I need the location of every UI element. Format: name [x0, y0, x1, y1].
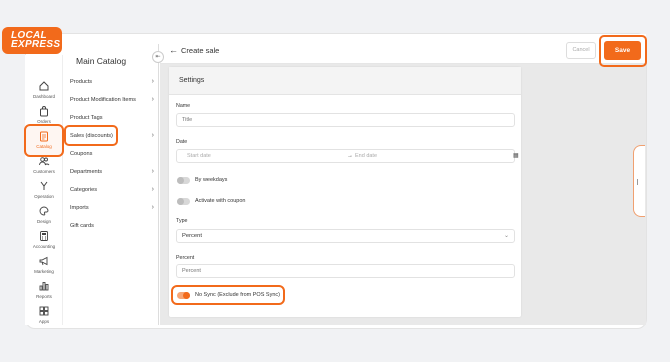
cancel-button[interactable]: Cancel	[566, 42, 596, 59]
toggle-knob	[177, 177, 184, 184]
nav-apps[interactable]: Apps	[25, 305, 63, 329]
save-button[interactable]: Save	[604, 41, 641, 60]
submenu-item-label: Gift cards	[70, 223, 94, 229]
grid-icon	[39, 306, 49, 316]
nav-design-label: Design	[36, 219, 51, 224]
nav-marketing-label: Marketing	[34, 269, 54, 274]
submenu-item-label: Categories	[70, 187, 98, 193]
type-select-value: Percent	[182, 233, 202, 239]
side-drawer-handle[interactable]	[633, 145, 645, 217]
submenu-item-label: Product Modification Items	[70, 97, 136, 103]
name-label: Name	[176, 103, 191, 109]
activate-with-coupon-toggle[interactable]	[177, 198, 190, 205]
chevron-down-icon: ⌄	[503, 233, 509, 239]
submenu-item-product-modification-items[interactable]: Product Modification Items ›	[70, 94, 154, 106]
settings-panel: Settings Name Date Start date → End date…	[169, 67, 521, 317]
activate-with-coupon-label: Activate with coupon	[195, 198, 246, 204]
settings-title: Settings	[179, 77, 205, 84]
nav-design[interactable]: Design	[25, 205, 63, 229]
catalog-submenu: Main Catalog Products › Product Modificat…	[63, 44, 159, 325]
page-title: Create sale	[181, 46, 220, 55]
bar-chart-icon	[39, 282, 49, 291]
nav-reports-label: Reports	[36, 294, 52, 299]
no-sync-highlight	[171, 285, 285, 305]
chevron-right-icon: ›	[151, 96, 154, 103]
by-weekdays-toggle[interactable]	[177, 177, 190, 184]
submenu-item-product-tags[interactable]: Product Tags	[70, 112, 154, 124]
nav-apps-label: Apps	[38, 319, 50, 324]
submenu-item-coupons[interactable]: Coupons	[70, 148, 154, 160]
megaphone-icon	[39, 256, 48, 266]
percent-label: Percent	[176, 255, 195, 261]
palette-icon	[39, 206, 49, 216]
local-express-logo: LOCAL EXPRESS	[2, 27, 62, 54]
calculator-icon	[40, 231, 48, 241]
bag-icon	[40, 106, 48, 117]
wrench-icon	[40, 181, 48, 190]
submenu-item-gift-cards[interactable]: Gift cards	[70, 220, 154, 232]
submenu-item-label: Products	[70, 79, 93, 85]
chevron-right-icon: ›	[151, 132, 154, 139]
collapse-sidebar-icon[interactable]: ⇤	[152, 51, 164, 63]
submenu-item-label: Coupons	[70, 151, 93, 157]
chevron-right-icon: ›	[151, 168, 154, 175]
submenu-item-label: Imports	[70, 205, 89, 211]
home-icon	[39, 81, 49, 91]
nav-accounting[interactable]: Accounting	[25, 230, 63, 254]
nav-customers[interactable]: Customers	[25, 155, 63, 179]
nav-marketing[interactable]: Marketing	[25, 255, 63, 279]
nav-dashboard[interactable]: Dashboard	[25, 80, 63, 104]
nav-operation[interactable]: Operation	[25, 180, 63, 204]
by-weekdays-label: By weekdays	[195, 177, 228, 183]
arrow-right-icon: →	[347, 153, 353, 159]
sales-discounts-highlight	[64, 125, 118, 146]
submenu-item-categories[interactable]: Categories ›	[70, 184, 154, 196]
settings-header: Settings	[169, 67, 521, 95]
nav-operation-label: Operation	[34, 194, 54, 199]
nav-reports[interactable]: Reports	[25, 280, 63, 304]
main-nav-rail: Dashboard Orders Catalog Customers Opera…	[25, 55, 63, 325]
start-date-placeholder: Start date	[187, 153, 211, 159]
date-range-input[interactable]: Start date → End date ▦	[176, 149, 519, 163]
submenu-item-departments[interactable]: Departments ›	[70, 166, 154, 178]
submenu-item-products[interactable]: Products ›	[70, 76, 154, 88]
catalog-highlight	[24, 124, 64, 157]
nav-dashboard-label: Dashboard	[32, 94, 55, 99]
type-label: Type	[176, 218, 188, 224]
calendar-icon[interactable]: ▦	[513, 150, 519, 162]
logo-line-2: EXPRESS	[11, 39, 61, 50]
catalog-title: Main Catalog	[76, 56, 127, 66]
submenu-item-label: Product Tags	[70, 115, 103, 121]
percent-input[interactable]	[176, 264, 515, 278]
nav-customers-label: Customers	[33, 169, 55, 174]
back-arrow-icon[interactable]: ←	[169, 45, 178, 55]
name-input[interactable]	[176, 113, 515, 127]
chevron-right-icon: ›	[151, 78, 154, 85]
chevron-right-icon: ›	[151, 204, 154, 211]
submenu-item-label: Departments	[70, 169, 103, 175]
date-label: Date	[176, 139, 188, 145]
nav-accounting-label: Accounting	[32, 244, 56, 249]
type-select[interactable]: Percent ⌄	[176, 229, 515, 243]
chevron-right-icon: ›	[151, 186, 154, 193]
end-date-placeholder: End date	[355, 153, 378, 159]
toggle-knob	[177, 198, 184, 205]
submenu-item-imports[interactable]: Imports ›	[70, 202, 154, 214]
